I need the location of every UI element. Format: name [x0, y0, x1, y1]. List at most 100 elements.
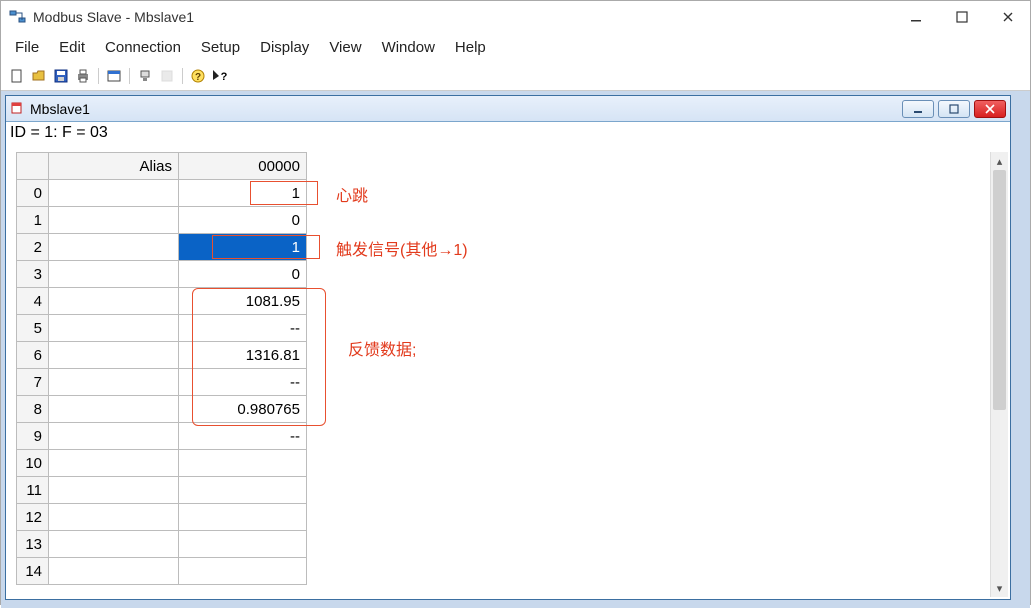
- value-cell[interactable]: [179, 531, 307, 558]
- device-icon[interactable]: [135, 66, 155, 86]
- menu-setup[interactable]: Setup: [195, 37, 246, 58]
- value-cell[interactable]: [179, 504, 307, 531]
- value-cell[interactable]: 1081.95: [179, 288, 307, 315]
- row-header[interactable]: 10: [17, 450, 49, 477]
- print-icon[interactable]: [73, 66, 93, 86]
- menu-connection[interactable]: Connection: [99, 37, 187, 58]
- table-row[interactable]: 10: [17, 207, 307, 234]
- row-header[interactable]: 6: [17, 342, 49, 369]
- value-cell[interactable]: [179, 450, 307, 477]
- register-grid[interactable]: Alias 00000 0110213041081.955--61316.817…: [16, 152, 307, 585]
- alias-cell[interactable]: [49, 396, 179, 423]
- toolbar-separator: [98, 68, 99, 84]
- svg-text:?: ?: [195, 72, 201, 83]
- alias-cell[interactable]: [49, 504, 179, 531]
- titlebar: Modbus Slave - Mbslave1: [1, 1, 1030, 33]
- alias-cell[interactable]: [49, 261, 179, 288]
- table-row[interactable]: 10: [17, 450, 307, 477]
- table-row[interactable]: 14: [17, 558, 307, 585]
- table-row[interactable]: 30: [17, 261, 307, 288]
- table-row[interactable]: 8 0.980765: [17, 396, 307, 423]
- help-icon[interactable]: ?: [188, 66, 208, 86]
- new-icon[interactable]: [7, 66, 27, 86]
- scroll-up-icon[interactable]: ▴: [991, 152, 1008, 170]
- table-row[interactable]: 4 1081.95: [17, 288, 307, 315]
- scroll-down-icon[interactable]: ▾: [991, 579, 1008, 597]
- child-titlebar[interactable]: Mbslave1: [6, 96, 1010, 122]
- row-header[interactable]: 5: [17, 315, 49, 342]
- row-header[interactable]: 13: [17, 531, 49, 558]
- document-icon: [10, 101, 26, 117]
- child-minimize-button[interactable]: [902, 100, 934, 118]
- value-cell[interactable]: --: [179, 369, 307, 396]
- table-row[interactable]: 01: [17, 180, 307, 207]
- row-header[interactable]: 14: [17, 558, 49, 585]
- alias-cell[interactable]: [49, 207, 179, 234]
- open-icon[interactable]: [29, 66, 49, 86]
- save-icon[interactable]: [51, 66, 71, 86]
- table-row[interactable]: 21: [17, 234, 307, 261]
- table-row[interactable]: 12: [17, 504, 307, 531]
- grid-corner: [17, 153, 49, 180]
- child-maximize-button[interactable]: [938, 100, 970, 118]
- menu-file[interactable]: File: [9, 37, 45, 58]
- grayed-icon: [157, 66, 177, 86]
- value-cell[interactable]: 1: [179, 180, 307, 207]
- app-title: Modbus Slave - Mbslave1: [33, 9, 194, 25]
- value-cell[interactable]: 0.980765: [179, 396, 307, 423]
- close-button[interactable]: [994, 6, 1022, 28]
- alias-cell[interactable]: [49, 450, 179, 477]
- alias-cell[interactable]: [49, 315, 179, 342]
- row-header[interactable]: 2: [17, 234, 49, 261]
- alias-cell[interactable]: [49, 477, 179, 504]
- row-header[interactable]: 8: [17, 396, 49, 423]
- row-header[interactable]: 4: [17, 288, 49, 315]
- table-row[interactable]: 11: [17, 477, 307, 504]
- value-cell[interactable]: [179, 477, 307, 504]
- table-row[interactable]: 5 --: [17, 315, 307, 342]
- alias-cell[interactable]: [49, 180, 179, 207]
- alias-cell[interactable]: [49, 369, 179, 396]
- row-header[interactable]: 12: [17, 504, 49, 531]
- alias-cell[interactable]: [49, 558, 179, 585]
- table-row[interactable]: 13: [17, 531, 307, 558]
- col-alias[interactable]: Alias: [49, 153, 179, 180]
- window-icon[interactable]: [104, 66, 124, 86]
- value-cell[interactable]: --: [179, 315, 307, 342]
- context-help-icon[interactable]: ?: [210, 66, 230, 86]
- col-00000[interactable]: 00000: [179, 153, 307, 180]
- value-cell[interactable]: 0: [179, 207, 307, 234]
- toolbar: ? ?: [1, 64, 1030, 91]
- alias-cell[interactable]: [49, 288, 179, 315]
- child-window: Mbslave1 ID = 1: F = 03: [5, 95, 1011, 600]
- menu-display[interactable]: Display: [254, 37, 315, 58]
- alias-cell[interactable]: [49, 234, 179, 261]
- alias-cell[interactable]: [49, 342, 179, 369]
- alias-cell[interactable]: [49, 531, 179, 558]
- minimize-button[interactable]: [902, 6, 930, 28]
- value-cell[interactable]: 0: [179, 261, 307, 288]
- row-header[interactable]: 3: [17, 261, 49, 288]
- table-row[interactable]: 9 --: [17, 423, 307, 450]
- scroll-thumb[interactable]: [993, 170, 1006, 410]
- menu-view[interactable]: View: [323, 37, 367, 58]
- menu-window[interactable]: Window: [376, 37, 441, 58]
- row-header[interactable]: 7: [17, 369, 49, 396]
- menu-help[interactable]: Help: [449, 37, 492, 58]
- vertical-scrollbar[interactable]: ▴ ▾: [990, 152, 1008, 597]
- table-row[interactable]: 6 1316.81: [17, 342, 307, 369]
- value-cell[interactable]: 1316.81: [179, 342, 307, 369]
- row-header[interactable]: 9: [17, 423, 49, 450]
- row-header[interactable]: 1: [17, 207, 49, 234]
- child-close-button[interactable]: [974, 100, 1006, 118]
- value-cell[interactable]: --: [179, 423, 307, 450]
- alias-cell[interactable]: [49, 423, 179, 450]
- table-row[interactable]: 7 --: [17, 369, 307, 396]
- row-header[interactable]: 0: [17, 180, 49, 207]
- value-cell[interactable]: 1: [179, 234, 307, 261]
- maximize-button[interactable]: [948, 6, 976, 28]
- value-cell[interactable]: [179, 558, 307, 585]
- menu-edit[interactable]: Edit: [53, 37, 91, 58]
- row-header[interactable]: 11: [17, 477, 49, 504]
- child-content: ID = 1: F = 03 Alias 00000 0110213041081…: [6, 122, 1010, 599]
